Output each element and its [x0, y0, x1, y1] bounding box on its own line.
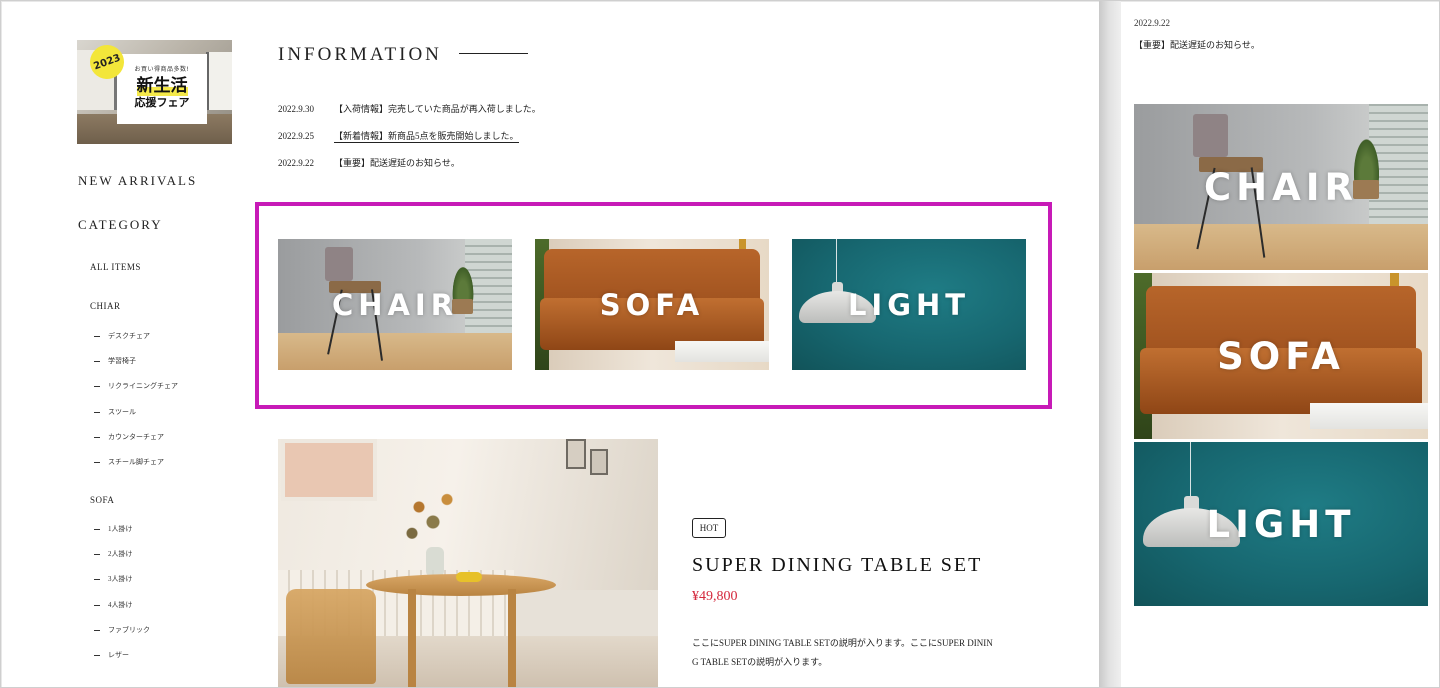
mobile-tile-chair[interactable]: CHAIR: [1134, 104, 1428, 270]
news-text: 【入荷情報】完売していた商品が再入荷しました。: [334, 104, 541, 114]
nav-chair-item[interactable]: スチール脚チェア: [94, 457, 164, 467]
panel-divider-shadow: [1099, 1, 1121, 687]
news-date: 2022.9.30: [278, 104, 314, 114]
nav-chair-heading[interactable]: CHIAR: [90, 301, 121, 311]
news-date: 2022.9.22: [278, 158, 314, 168]
light-label: LIGHT: [847, 287, 971, 322]
category-tile-sofa[interactable]: SOFA: [535, 239, 769, 370]
nav-category-heading: CATEGORY: [78, 217, 163, 232]
mobile-tile-light[interactable]: LIGHT: [1134, 442, 1428, 606]
news-item[interactable]: 2022.9.25 【新着情報】新商品5点を販売開始しました。: [278, 129, 519, 143]
nav-sofa-item[interactable]: 3人掛け: [94, 574, 133, 584]
nav-chair-item[interactable]: デスクチェア: [94, 331, 150, 341]
banner-title-line2: 応援フェア: [134, 96, 190, 109]
sofa-label: SOFA: [599, 287, 705, 322]
nav-sofa-item[interactable]: 2人掛け: [94, 549, 133, 559]
product-price: ¥49,800: [692, 589, 738, 604]
information-heading: INFORMATION: [278, 44, 442, 65]
heading-divider: [459, 53, 528, 54]
chair-label: CHAIR: [331, 287, 459, 322]
nav-sofa-item[interactable]: 1人掛け: [94, 524, 133, 534]
product-photo[interactable]: [278, 439, 658, 687]
product-title[interactable]: SUPER DINING TABLE SET: [692, 554, 982, 577]
nav-new-arrivals[interactable]: NEW ARRIVALS: [78, 173, 197, 189]
campaign-banner[interactable]: お買い得商品多数! 新生活 応援フェア 2023: [77, 40, 232, 144]
mobile-sofa-label: SOFA: [1217, 334, 1345, 378]
nav-chair-item[interactable]: カウンターチェア: [94, 432, 164, 442]
nav-sofa-item[interactable]: ファブリック: [94, 625, 150, 635]
category-tile-chair[interactable]: CHAIR: [278, 239, 512, 370]
news-item[interactable]: 2022.9.30 【入荷情報】完売していた商品が再入荷しました。: [278, 102, 541, 115]
nav-sofa-item[interactable]: レザー: [94, 650, 129, 660]
mobile-tile-sofa[interactable]: SOFA: [1134, 273, 1428, 439]
nav-chair-item[interactable]: スツール: [94, 407, 136, 417]
nav-sofa-heading[interactable]: SOFA: [90, 495, 114, 505]
news-date: 2022.9.25: [278, 131, 314, 141]
nav-chair-item[interactable]: 学習椅子: [94, 356, 136, 366]
product-description: ここにSUPER DINING TABLE SETの説明が入ります。ここにSUP…: [692, 638, 993, 667]
screenshot-frame: お買い得商品多数! 新生活 応援フェア 2023 NEW ARRIVALS CA…: [0, 0, 1440, 688]
mobile-chair-label: CHAIR: [1203, 165, 1358, 209]
category-tile-light[interactable]: LIGHT: [792, 239, 1026, 370]
mobile-page: 2022.9.22 【重要】配送遅延のお知らせ。 CHAIR SOFA LIGH…: [1121, 2, 1439, 687]
nav-chair-item[interactable]: リクライニングチェア: [94, 381, 178, 391]
banner-subtitle: お買い得商品多数!: [134, 66, 190, 73]
mobile-light-label: LIGHT: [1206, 502, 1356, 546]
mobile-news-date: 2022.9.22: [1134, 18, 1170, 28]
news-text-link[interactable]: 【新着情報】新商品5点を販売開始しました。: [334, 131, 519, 143]
news-item[interactable]: 2022.9.22 【重要】配送遅延のお知らせ。: [278, 156, 460, 169]
mobile-news-text[interactable]: 【重要】配送遅延のお知らせ。: [1134, 38, 1260, 51]
news-text: 【重要】配送遅延のお知らせ。: [334, 158, 460, 168]
desktop-page: お買い得商品多数! 新生活 応援フェア 2023 NEW ARRIVALS CA…: [2, 2, 1100, 687]
nav-sofa-item[interactable]: 4人掛け: [94, 600, 133, 610]
hot-badge: HOT: [692, 518, 726, 538]
nav-all-items[interactable]: ALL ITEMS: [90, 262, 141, 272]
banner-card: お買い得商品多数! 新生活 応援フェア: [117, 54, 207, 124]
banner-title-line1: 新生活: [136, 76, 188, 96]
